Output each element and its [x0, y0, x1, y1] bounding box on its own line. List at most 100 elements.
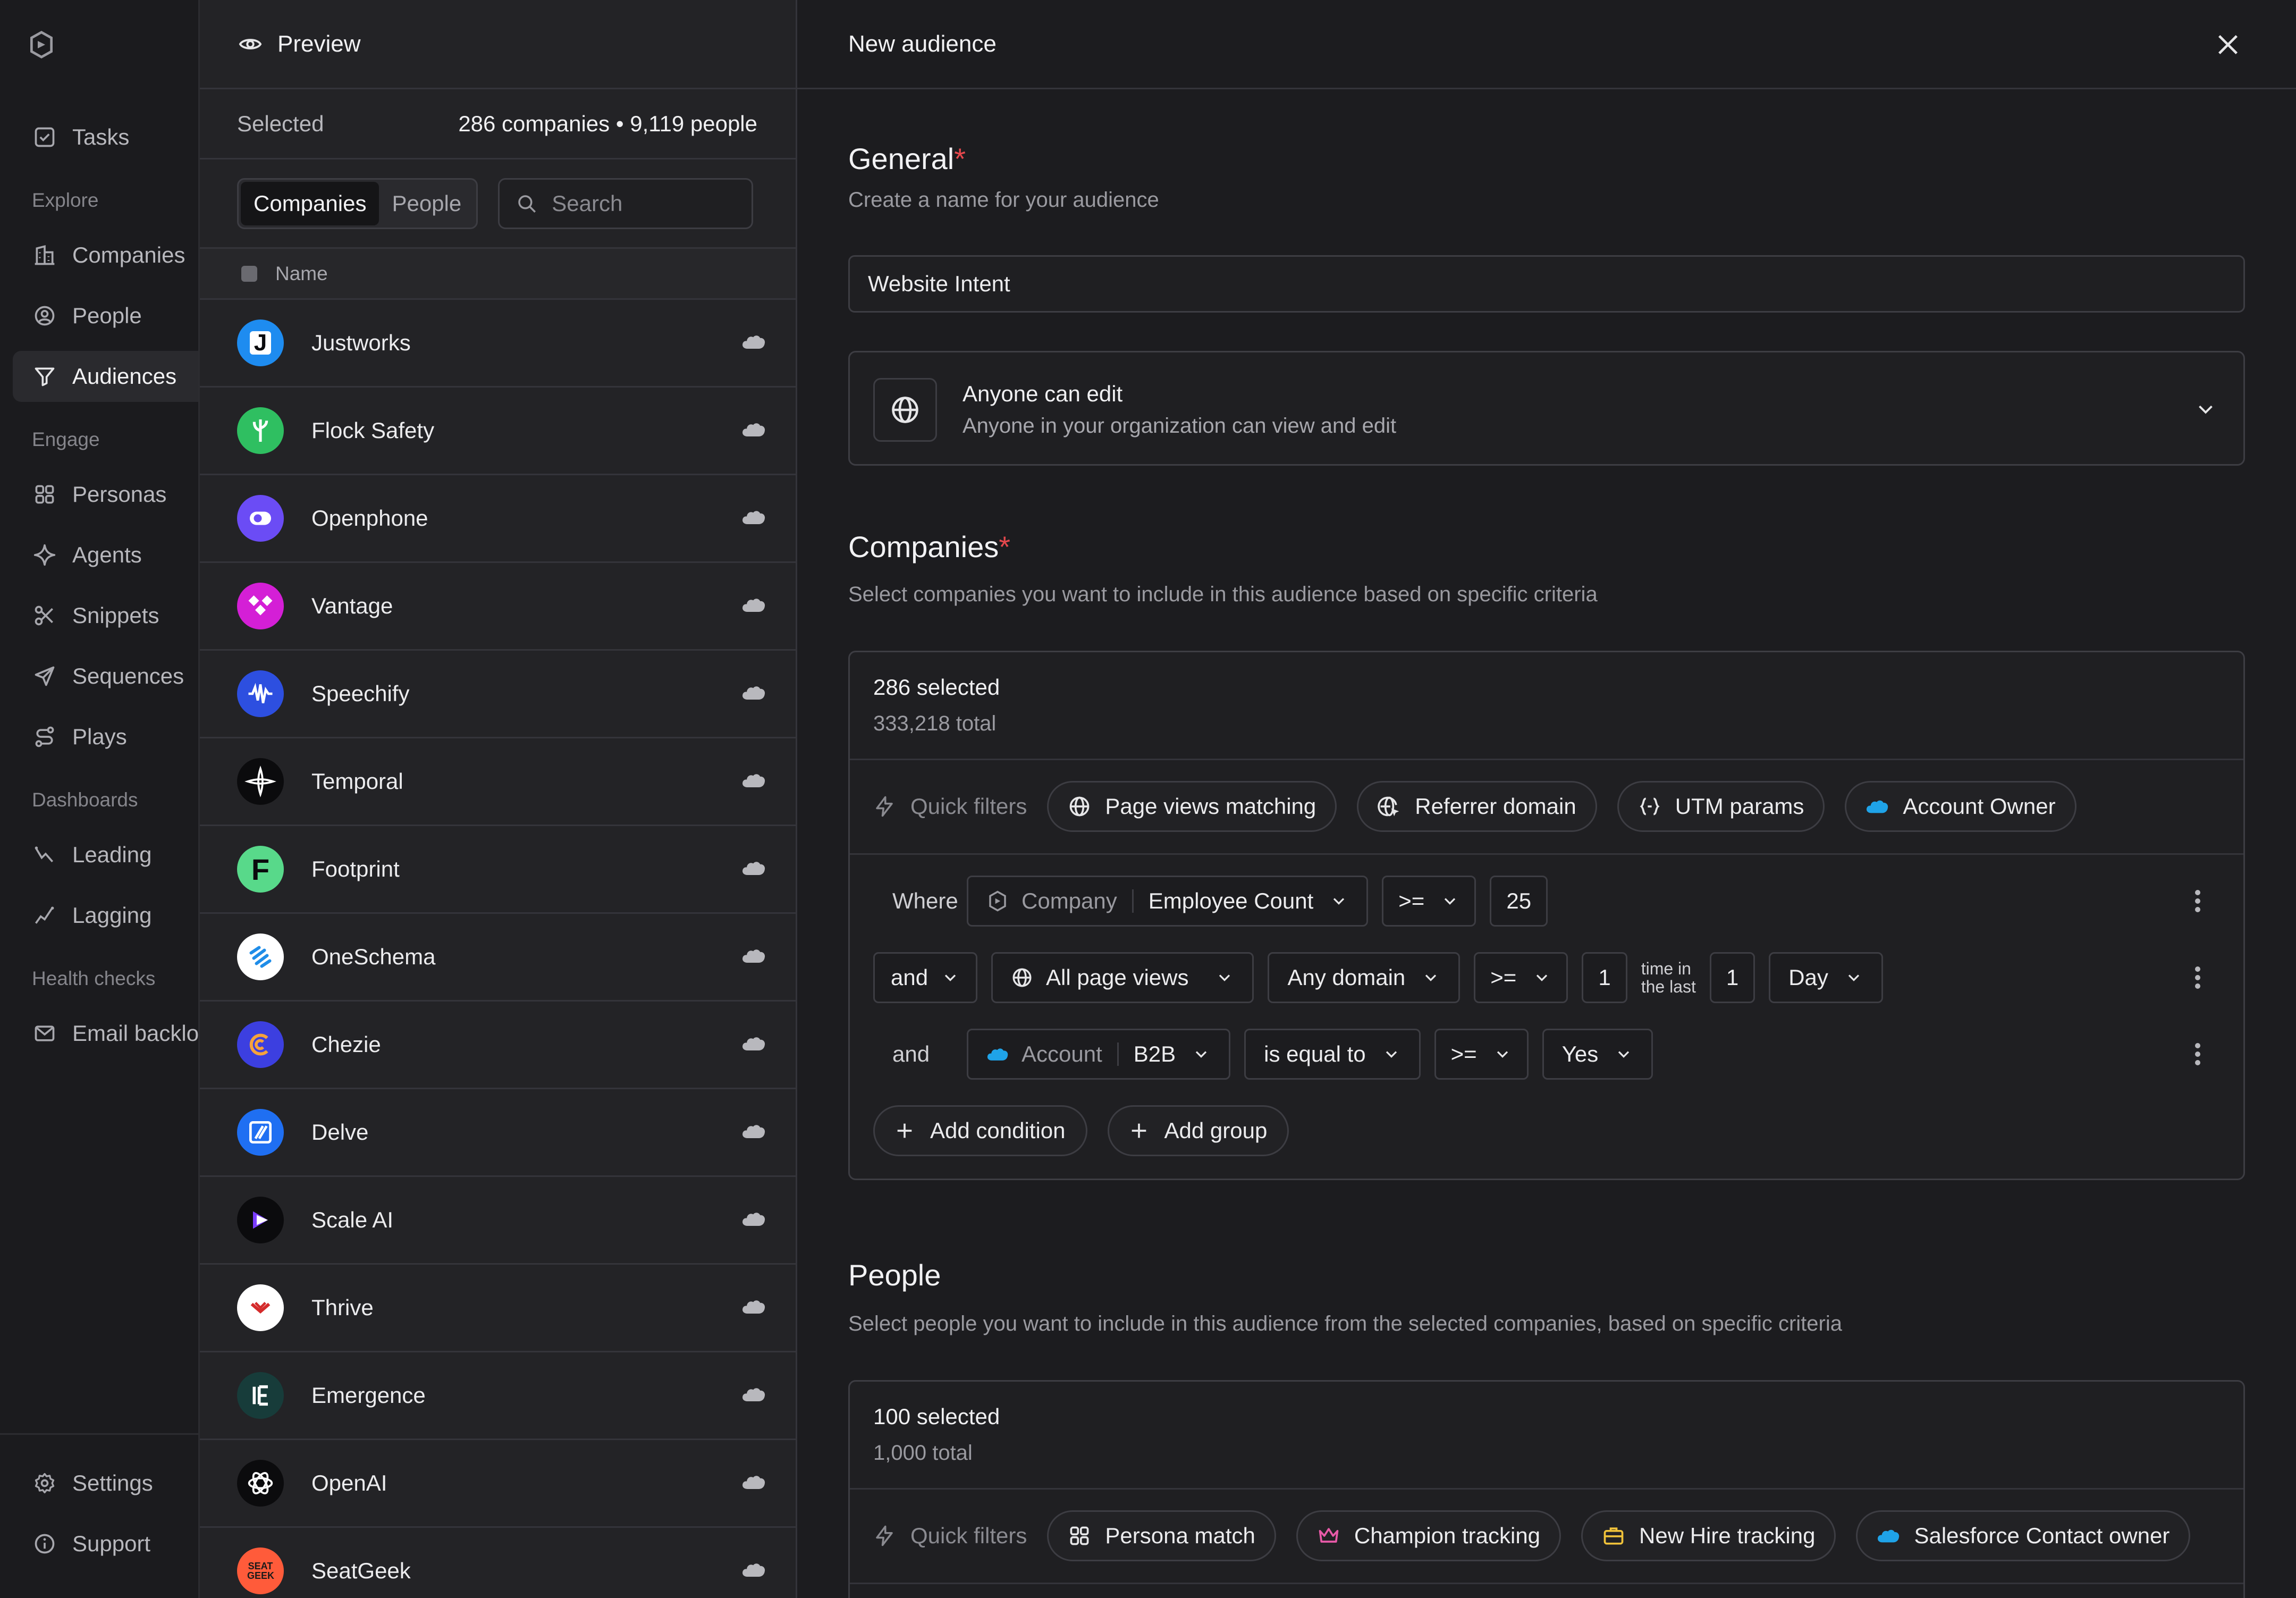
table-row[interactable]: OpenAI: [200, 1440, 796, 1528]
nav-item-audiences[interactable]: Audiences: [13, 351, 198, 402]
nav-item-people[interactable]: People: [13, 290, 198, 341]
app-logo-icon[interactable]: [27, 30, 56, 60]
nav-item-sequences[interactable]: Sequences: [13, 651, 198, 702]
nav-item-agents[interactable]: Agents: [13, 529, 198, 581]
domain-select[interactable]: Any domain: [1268, 952, 1461, 1003]
operator-select[interactable]: >=: [1434, 1029, 1529, 1080]
search-input[interactable]: [552, 190, 744, 216]
account-field-select[interactable]: Account B2B: [967, 1029, 1231, 1080]
table-row[interactable]: Chezie: [200, 1002, 796, 1089]
permission-select[interactable]: Anyone can edit Anyone in your organizat…: [848, 351, 2245, 466]
nav-item-lagging[interactable]: Lagging: [13, 890, 198, 941]
period-count-input[interactable]: 1: [1709, 952, 1755, 1003]
salesforce-icon[interactable]: [741, 420, 766, 439]
salesforce-icon[interactable]: [741, 771, 766, 789]
metric-select[interactable]: All page views: [991, 952, 1254, 1003]
salesforce-icon[interactable]: [741, 1385, 766, 1403]
table-row[interactable]: J Justworks: [200, 300, 796, 388]
nav-item-plays[interactable]: Plays: [13, 711, 198, 762]
salesforce-icon[interactable]: [741, 333, 766, 351]
salesforce-icon[interactable]: [741, 1122, 766, 1140]
quick-filter-utm-params[interactable]: UTM params: [1617, 781, 1825, 832]
nav-section-engage: Engage: [32, 428, 100, 450]
chevron-down-icon: [1445, 898, 1456, 905]
table-row[interactable]: Scale AI: [200, 1177, 796, 1265]
nav-item-support[interactable]: Support: [13, 1518, 198, 1569]
quick-filter-persona-match[interactable]: Persona match: [1047, 1510, 1276, 1561]
people-section-title: People: [848, 1258, 941, 1292]
select-all-checkbox[interactable]: [241, 265, 257, 282]
quick-filter-page-views[interactable]: Page views matching: [1047, 781, 1337, 832]
company-logo-icon: [237, 670, 284, 717]
salesforce-icon[interactable]: [741, 947, 766, 965]
grid-icon: [1070, 1526, 1089, 1545]
count-input[interactable]: 1: [1582, 952, 1627, 1003]
period-select[interactable]: Day: [1769, 952, 1883, 1003]
more-vertical-icon[interactable]: [2194, 889, 2201, 913]
company-name: Footprint: [311, 856, 400, 881]
general-section-title: General*: [848, 141, 966, 176]
table-row[interactable]: Flock Safety: [200, 388, 796, 475]
table-row[interactable]: Thrive: [200, 1265, 796, 1352]
quick-filter-salesforce-contact-owner[interactable]: Salesforce Contact owner: [1856, 1510, 2191, 1561]
salesforce-icon[interactable]: [741, 1561, 766, 1579]
audience-name-input[interactable]: [848, 255, 2245, 313]
salesforce-icon[interactable]: [741, 1473, 766, 1491]
quick-filter-new-hire-tracking[interactable]: New Hire tracking: [1581, 1510, 1836, 1561]
nav-item-leading[interactable]: Leading: [13, 829, 198, 880]
tab-companies[interactable]: Companies: [241, 181, 379, 225]
card-divider: [850, 1583, 2243, 1584]
salesforce-icon[interactable]: [741, 1035, 766, 1053]
preview-tabs: Companies People: [237, 178, 478, 229]
logic-and-select[interactable]: and: [873, 952, 977, 1003]
operator-select[interactable]: >=: [1474, 952, 1568, 1003]
salesforce-icon[interactable]: [741, 1298, 766, 1316]
quick-filter-account-owner[interactable]: Account Owner: [1845, 781, 2076, 832]
nav-item-tasks[interactable]: Tasks: [13, 112, 198, 163]
nav-item-personas[interactable]: Personas: [13, 469, 198, 520]
nav-item-snippets[interactable]: Snippets: [13, 590, 198, 641]
nav-item-companies[interactable]: Companies: [13, 230, 198, 281]
search-box[interactable]: [498, 178, 754, 229]
table-row[interactable]: Vantage: [200, 563, 796, 651]
salesforce-icon[interactable]: [741, 684, 766, 702]
table-row[interactable]: Emergence: [200, 1352, 796, 1440]
nav-item-email-backlog[interactable]: Email backlog: [13, 1008, 198, 1059]
table-row[interactable]: Delve: [200, 1089, 796, 1177]
operator-select[interactable]: >=: [1382, 876, 1476, 927]
salesforce-icon: [1878, 1529, 1900, 1543]
more-vertical-icon[interactable]: [2194, 966, 2201, 989]
table-row[interactable]: Openphone: [200, 475, 796, 563]
nav-item-settings[interactable]: Settings: [13, 1458, 198, 1509]
table-row[interactable]: SEAT GEEK SeatGeek: [200, 1528, 796, 1598]
company-logo-icon: SEAT GEEK: [237, 1547, 284, 1594]
company-field-select[interactable]: Company Employee Count: [967, 876, 1369, 927]
quick-filter-referrer-domain[interactable]: Referrer domain: [1357, 781, 1597, 832]
companies-selected-count: 286 selected: [873, 675, 1000, 700]
nav-sidebar: Tasks Explore Companies People Audiences…: [0, 0, 200, 1598]
comparison-select[interactable]: is equal to: [1244, 1029, 1421, 1080]
quick-filter-champion-tracking[interactable]: Champion tracking: [1296, 1510, 1561, 1561]
tab-people[interactable]: People: [379, 182, 474, 225]
salesforce-icon[interactable]: [741, 1210, 766, 1228]
add-group-button[interactable]: Add group: [1107, 1105, 1289, 1156]
column-name-header[interactable]: Name: [275, 263, 328, 285]
braces-icon: [1640, 797, 1660, 815]
plus-icon: [1132, 1123, 1146, 1138]
more-vertical-icon[interactable]: [2194, 1042, 2201, 1066]
salesforce-icon[interactable]: [741, 859, 766, 877]
salesforce-icon[interactable]: [741, 596, 766, 614]
table-row[interactable]: OneSchema: [200, 914, 796, 1002]
close-icon[interactable]: [2213, 30, 2243, 60]
salesforce-icon[interactable]: [741, 508, 766, 526]
table-row[interactable]: Speechify: [200, 651, 796, 738]
add-condition-button[interactable]: Add condition: [873, 1105, 1087, 1156]
value-input[interactable]: 25: [1490, 876, 1548, 927]
chevron-down-icon: [1425, 974, 1437, 981]
boolean-value-select[interactable]: Yes: [1542, 1029, 1653, 1080]
gear-icon: [35, 1473, 55, 1494]
table-row[interactable]: F Footprint: [200, 826, 796, 914]
chart-up-icon: [35, 846, 54, 863]
operator-label: >=: [1398, 888, 1425, 913]
table-row[interactable]: Temporal: [200, 738, 796, 826]
